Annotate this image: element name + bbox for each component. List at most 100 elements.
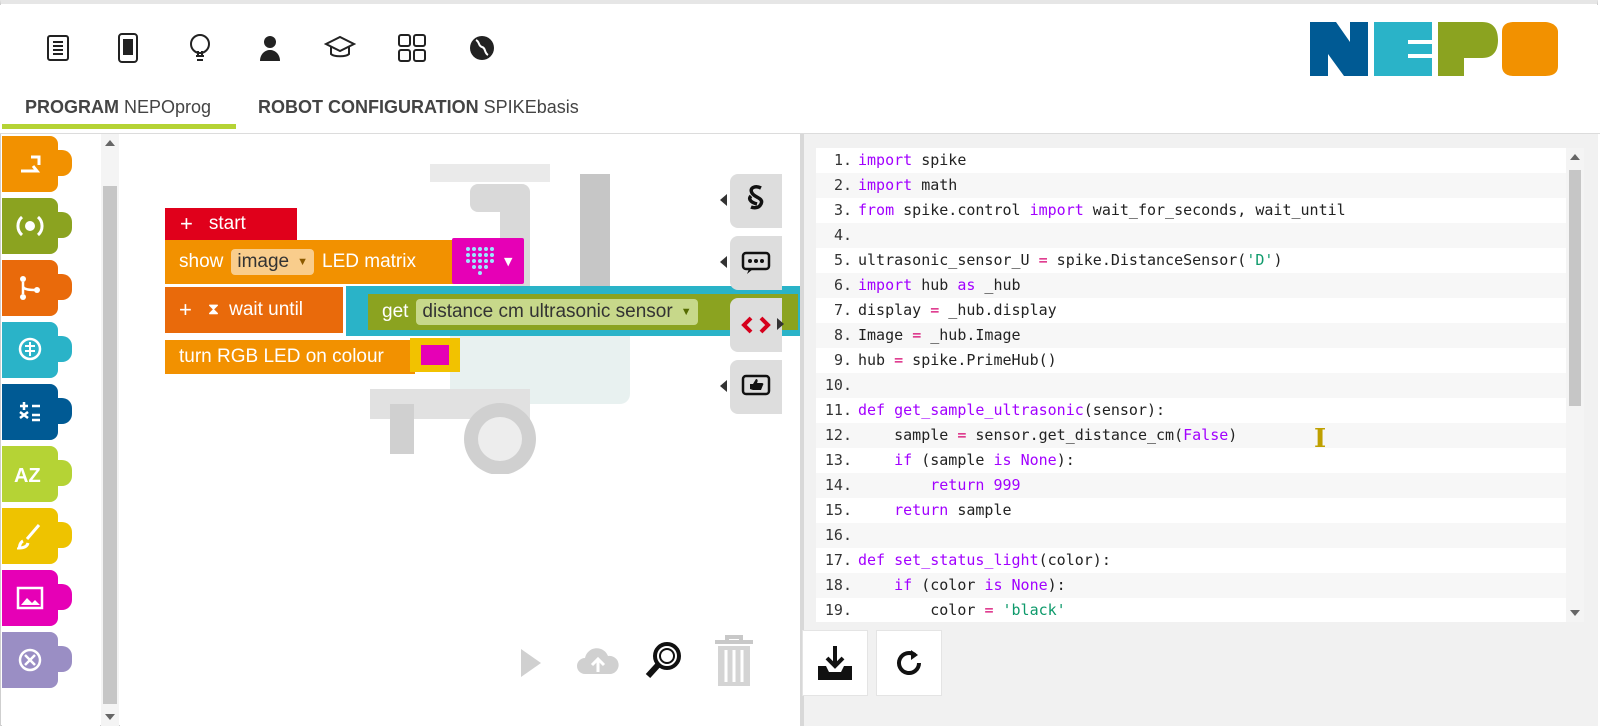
- code-line[interactable]: 13. if (sample is None):: [816, 448, 1576, 473]
- category-logic[interactable]: [2, 322, 72, 378]
- block-toolbox: AZ: [2, 134, 100, 726]
- code-line[interactable]: 1. import spike: [816, 148, 1576, 173]
- category-text[interactable]: AZ: [2, 446, 72, 502]
- lightbulb-icon[interactable]: [182, 30, 218, 66]
- code-text: import spike: [858, 151, 967, 169]
- category-colours[interactable]: [2, 508, 72, 564]
- colour-swatch[interactable]: [421, 345, 449, 365]
- scroll-up-icon[interactable]: [105, 140, 115, 146]
- code-line[interactable]: 5. ultrasonic_sensor_U = spike.DistanceSe…: [816, 248, 1576, 273]
- code-text: display = _hub.display: [858, 301, 1057, 319]
- wait-label: wait until: [229, 299, 304, 320]
- image-icon: [16, 586, 44, 610]
- show-image-block[interactable]: show image ▼ LED matrix: [165, 240, 467, 284]
- tab-code-view[interactable]: [720, 174, 782, 228]
- line-number: 10.: [824, 376, 852, 394]
- plus-icon: +: [180, 211, 193, 236]
- code-line[interactable]: 6. import hub as _hub: [816, 273, 1576, 298]
- speech-bubble-icon: [741, 251, 771, 274]
- tablet-icon[interactable]: [110, 30, 146, 66]
- code-line[interactable]: 8. Image = _hub.Image: [816, 323, 1576, 348]
- show-suffix-label: LED matrix: [322, 251, 416, 272]
- active-tab-indicator: [2, 124, 236, 129]
- colour-value-block[interactable]: [410, 338, 460, 372]
- code-line[interactable]: 2. import math: [816, 173, 1576, 198]
- trash-icon[interactable]: [707, 632, 761, 688]
- start-block[interactable]: + start: [165, 208, 297, 240]
- code-view[interactable]: 1. import spike 2. import math 3. from spike.…: [816, 148, 1576, 622]
- show-dropdown[interactable]: image ▼: [231, 249, 314, 275]
- arrow-right-icon: [777, 318, 784, 330]
- code-line[interactable]: 14. return 999: [816, 473, 1576, 498]
- led-image-block[interactable]: ▼: [452, 238, 524, 284]
- code-text: def get_sample_ultrasonic(sensor):: [858, 401, 1166, 419]
- tab-config-label: ROBOT CONFIGURATION: [258, 97, 479, 117]
- action-icon: [21, 155, 41, 173]
- code-line[interactable]: 11. def get_sample_ultrasonic(sensor):: [816, 398, 1576, 423]
- refresh-button[interactable]: [876, 630, 942, 696]
- category-control[interactable]: [2, 260, 72, 316]
- toolbox-scroll-thumb[interactable]: [103, 186, 117, 704]
- wait-until-block[interactable]: + ⧗ wait until: [165, 287, 343, 333]
- dropdown-caret-icon[interactable]: ▼: [504, 255, 512, 268]
- scroll-down-icon[interactable]: [105, 714, 115, 720]
- code-line[interactable]: 15. return sample: [816, 498, 1576, 523]
- line-number: 3.: [833, 201, 852, 219]
- nepo-logo: [1310, 18, 1560, 80]
- code-line[interactable]: 9. hub = spike.PrimeHub(): [816, 348, 1576, 373]
- toolbox-scrollbar[interactable]: [101, 134, 119, 726]
- zoom-icon[interactable]: [645, 640, 685, 680]
- line-number: 11.: [824, 401, 852, 419]
- code-line[interactable]: 10.: [816, 373, 1576, 398]
- download-button[interactable]: [802, 630, 868, 696]
- show-dropdown-value: image: [237, 251, 290, 272]
- turn-rgb-led-block[interactable]: turn RGB LED on colour: [165, 340, 415, 374]
- variable-icon: [18, 648, 42, 672]
- plus-icon: +: [179, 297, 192, 322]
- start-label: start: [208, 213, 246, 234]
- category-images[interactable]: [2, 570, 72, 626]
- line-number: 2.: [833, 176, 852, 194]
- line-number: 18.: [824, 576, 852, 594]
- tab-program[interactable]: PROGRAM NEPOprog: [25, 97, 211, 135]
- tab-feedback[interactable]: [720, 360, 782, 414]
- category-action[interactable]: [2, 136, 72, 192]
- user-icon[interactable]: [252, 30, 288, 66]
- tab-config-name: SPIKEbasis: [483, 97, 579, 117]
- code-line[interactable]: 18. if (color is None):: [816, 573, 1576, 598]
- category-variables[interactable]: [2, 632, 72, 688]
- graduation-cap-icon[interactable]: [322, 30, 358, 66]
- text-az-icon: AZ: [14, 465, 41, 486]
- tab-source-code[interactable]: [730, 298, 784, 352]
- document-icon[interactable]: [40, 30, 76, 66]
- code-text: from spike.control import wait_for_secon…: [858, 201, 1346, 219]
- code-line[interactable]: 16.: [816, 523, 1576, 548]
- grid-icon[interactable]: [394, 30, 430, 66]
- code-line[interactable]: 12. sample = sensor.get_distance_cm(Fals…: [816, 423, 1576, 448]
- category-math[interactable]: [2, 384, 72, 440]
- code-scroll-thumb[interactable]: [1569, 170, 1581, 406]
- code-line[interactable]: 3. from spike.control import wait_for_sec…: [816, 198, 1576, 223]
- code-text: color = 'black': [858, 601, 1066, 619]
- scroll-down-icon[interactable]: [1570, 610, 1580, 616]
- code-line[interactable]: 4.: [816, 223, 1576, 248]
- category-sensors[interactable]: [2, 198, 72, 254]
- code-text: sample = sensor.get_distance_cm(False): [858, 426, 1238, 444]
- tab-simulation-view[interactable]: [720, 236, 782, 290]
- sensor-dropdown[interactable]: distance cm ultrasonic sensor ▼: [416, 299, 698, 325]
- play-icon[interactable]: [515, 646, 545, 680]
- cloud-upload-icon[interactable]: [575, 644, 621, 678]
- block-workspace[interactable]: + start show image ▼ LED matrix ▼ + ⧗ wa…: [120, 134, 800, 726]
- scroll-up-icon[interactable]: [1570, 154, 1580, 160]
- code-line[interactable]: 19. color = 'black': [816, 598, 1576, 622]
- code-text: return sample: [894, 501, 1012, 519]
- get-label: get: [382, 301, 409, 322]
- code-panel: 1. import spike 2. import math 3. from spike.…: [802, 134, 1598, 726]
- tab-robot-configuration[interactable]: ROBOT CONFIGURATION SPIKEbasis: [258, 97, 579, 135]
- code-line[interactable]: 17. def set_status_light(color):: [816, 548, 1576, 573]
- line-number: 1.: [833, 151, 852, 169]
- code-line[interactable]: 7. display = _hub.display: [816, 298, 1576, 323]
- code-scrollbar[interactable]: [1566, 148, 1584, 622]
- globe-icon[interactable]: [464, 30, 500, 66]
- line-number: 7.: [833, 301, 852, 319]
